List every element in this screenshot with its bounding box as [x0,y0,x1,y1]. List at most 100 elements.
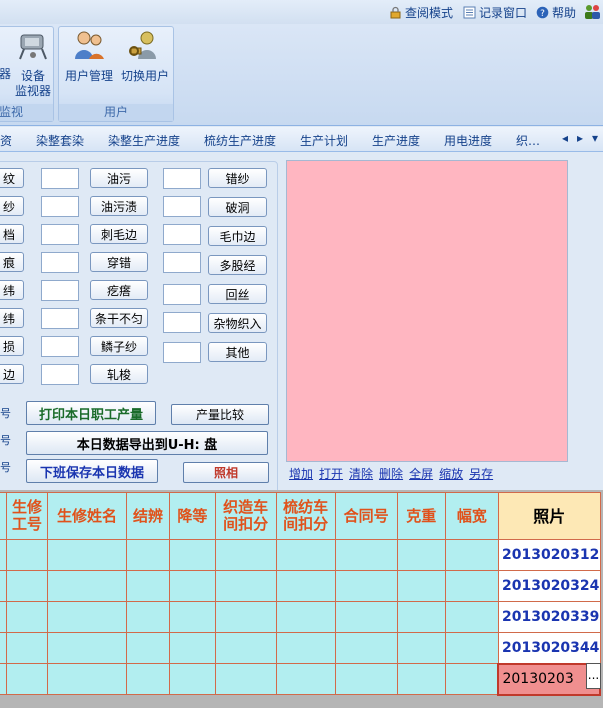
photo-clear-link[interactable]: 清除 [349,465,373,482]
table-cell[interactable] [5,539,49,571]
users-corner-icon[interactable] [584,3,601,21]
grid-header-weaving-deduction[interactable]: 织造车 间扣分 [214,492,277,540]
tab-4[interactable]: 生产计划 [300,132,348,149]
photo-delete-link[interactable]: 删除 [379,465,403,482]
grid-header-spinning-deduction[interactable]: 梳纺车 间扣分 [275,492,336,540]
table-cell[interactable] [5,570,49,602]
table-cell[interactable] [334,539,398,571]
grid-header-photo[interactable]: 照片 [497,492,601,540]
defect-c1-count-4[interactable] [41,280,79,301]
table-cell[interactable] [444,663,499,695]
table-cell[interactable] [125,601,171,633]
tab-prev-icon[interactable]: ◂ [562,131,568,145]
photo-cell-editing[interactable]: 20130203 [497,662,601,696]
defect-c2-4[interactable]: 疙瘩 [90,280,148,300]
table-cell[interactable] [125,570,171,602]
table-cell[interactable] [5,601,49,633]
defect-c1-6[interactable]: 损 [0,336,24,356]
table-cell[interactable] [396,663,446,695]
photo-preview[interactable] [286,160,568,462]
grid-header-repair-name[interactable]: 生修姓名 [47,492,127,540]
table-cell[interactable] [214,632,277,664]
grid-header-weight[interactable]: 克重 [396,492,446,540]
table-cell[interactable] [334,601,398,633]
defect-c3-6[interactable]: 其他 [208,342,267,362]
table-cell[interactable] [47,663,127,695]
defect-c1-count-0[interactable] [41,168,79,189]
table-cell[interactable] [169,601,216,633]
defect-c1-4[interactable]: 纬 [0,280,24,300]
grid-header-repair-id[interactable]: 生修 工号 [5,492,49,540]
defect-c1-1[interactable]: 纱 [0,196,24,216]
defect-c2-count-5[interactable] [163,312,201,333]
defect-c2-count-2[interactable] [163,224,201,245]
table-cell[interactable] [5,663,49,695]
photo-cell[interactable]: 2013020324 [497,570,601,602]
table-cell[interactable] [169,570,216,602]
defect-c3-0[interactable]: 错纱 [208,168,267,188]
export-usb-button[interactable]: 本日数据导出到U-H: 盘 [26,431,268,455]
defect-c3-4[interactable]: 回丝 [208,284,267,304]
table-cell[interactable] [47,539,127,571]
read-mode-button[interactable]: 查阅模式 [389,3,453,21]
table-cell[interactable] [275,663,336,695]
tab-menu-icon[interactable]: ▾ [592,131,598,145]
grid-header-contract-no[interactable]: 合同号 [334,492,398,540]
device-monitor-button[interactable]: 设备 监视器 [10,29,56,99]
defect-c2-3[interactable]: 穿错 [90,252,148,272]
table-cell[interactable] [47,601,127,633]
defect-c2-1[interactable]: 油污渍 [90,196,148,216]
table-cell[interactable] [169,663,216,695]
partial-monitor-button[interactable]: 器 [0,67,11,82]
table-cell[interactable] [125,632,171,664]
defect-c1-0[interactable]: 纹 [0,168,24,188]
take-photo-button[interactable]: 照相 [183,462,269,483]
tab-0[interactable]: 资 [0,132,12,149]
photo-cell[interactable]: 2013020312 [497,539,601,571]
table-cell[interactable] [396,632,446,664]
defect-c2-count-4[interactable] [163,284,201,305]
tab-1[interactable]: 染整套染 [36,132,84,149]
help-button[interactable]: ? 帮助 [536,3,576,21]
tab-6[interactable]: 用电进度 [444,132,492,149]
table-row[interactable]: 2013020324 [0,570,601,602]
table-cell[interactable] [444,632,499,664]
tab-2[interactable]: 染整生产进度 [108,132,180,149]
defect-c1-count-6[interactable] [41,336,79,357]
record-window-button[interactable]: 记录窗口 [463,3,527,21]
defect-c2-5[interactable]: 条干不匀 [90,308,148,328]
table-cell[interactable] [396,539,446,571]
tab-3[interactable]: 梳纺生产进度 [204,132,276,149]
table-row[interactable]: 2013020344 [0,632,601,664]
table-cell[interactable] [275,632,336,664]
defect-c2-6[interactable]: 鳞子纱 [90,336,148,356]
photo-open-link[interactable]: 打开 [319,465,343,482]
defect-c2-count-3[interactable] [163,252,201,273]
photo-add-link[interactable]: 增加 [289,465,313,482]
defect-c1-count-3[interactable] [41,252,79,273]
defect-c1-5[interactable]: 纬 [0,308,24,328]
table-cell[interactable] [444,539,499,571]
table-row[interactable]: 2013020339 [0,601,601,633]
defect-c1-count-1[interactable] [41,196,79,217]
defect-c3-2[interactable]: 毛巾边 [208,226,267,246]
table-cell[interactable] [125,539,171,571]
defect-c3-5[interactable]: 杂物织入 [208,313,267,333]
tab-7[interactable]: 织… [516,132,540,149]
save-shift-data-button[interactable]: 下班保存本日数据 [26,459,158,483]
table-cell[interactable] [396,570,446,602]
table-cell[interactable] [444,570,499,602]
compare-output-button[interactable]: 产量比较 [171,404,269,425]
defect-c2-2[interactable]: 刺毛边 [90,224,148,244]
grid-header-knot[interactable]: 结辨 [125,492,171,540]
grid-header-width[interactable]: 幅宽 [444,492,499,540]
table-cell[interactable] [169,539,216,571]
defect-c2-7[interactable]: 轧梭 [90,364,148,384]
table-cell[interactable] [5,632,49,664]
photo-fullscreen-link[interactable]: 全屏 [409,465,433,482]
user-manage-button[interactable]: 用户管理 [62,29,116,84]
photo-browse-button[interactable]: ... [586,663,601,689]
tab-next-icon[interactable]: ▸ [577,131,583,145]
table-cell[interactable] [214,570,277,602]
table-row[interactable]: 2013020312 [0,539,601,571]
